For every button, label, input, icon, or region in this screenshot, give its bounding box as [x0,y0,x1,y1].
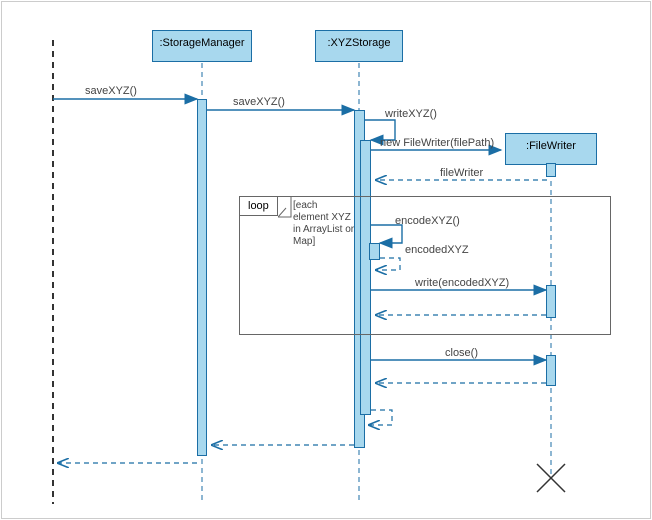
loop-guard: [each element XYZ in ArrayList or Map] [293,200,355,248]
msg-close: close() [445,347,478,359]
participant-xyzstorage: :XYZStorage [315,30,403,62]
msg-savexyz-2: saveXYZ() [233,96,285,108]
participant-label: :StorageManager [160,37,245,49]
participant-label: :XYZStorage [328,37,391,49]
sequence-diagram: :StorageManager :XYZStorage :FileWriter … [0,0,652,520]
msg-encodedxyz: encodedXYZ [405,244,469,256]
msg-newfilewriter: new FileWriter(filePath) [380,137,494,149]
participant-label: :FileWriter [526,140,576,152]
activation-sm [197,99,207,456]
activation-fw-close [546,355,556,386]
loop-tab-notch [278,196,292,218]
loop-operator-label: loop [248,200,269,212]
msg-encodexyz: encodeXYZ() [395,215,460,227]
msg-writexyz: writeXYZ() [385,108,437,120]
participant-filewriter: :FileWriter [505,133,597,165]
msg-write-encoded: write(encodedXYZ) [415,277,509,289]
participant-storagemanager: :StorageManager [152,30,252,62]
msg-savexyz-1: saveXYZ() [85,85,137,97]
loop-operator: loop [239,196,278,216]
msg-filewriter-return: fileWriter [440,167,483,179]
activation-fw-create [546,163,556,177]
